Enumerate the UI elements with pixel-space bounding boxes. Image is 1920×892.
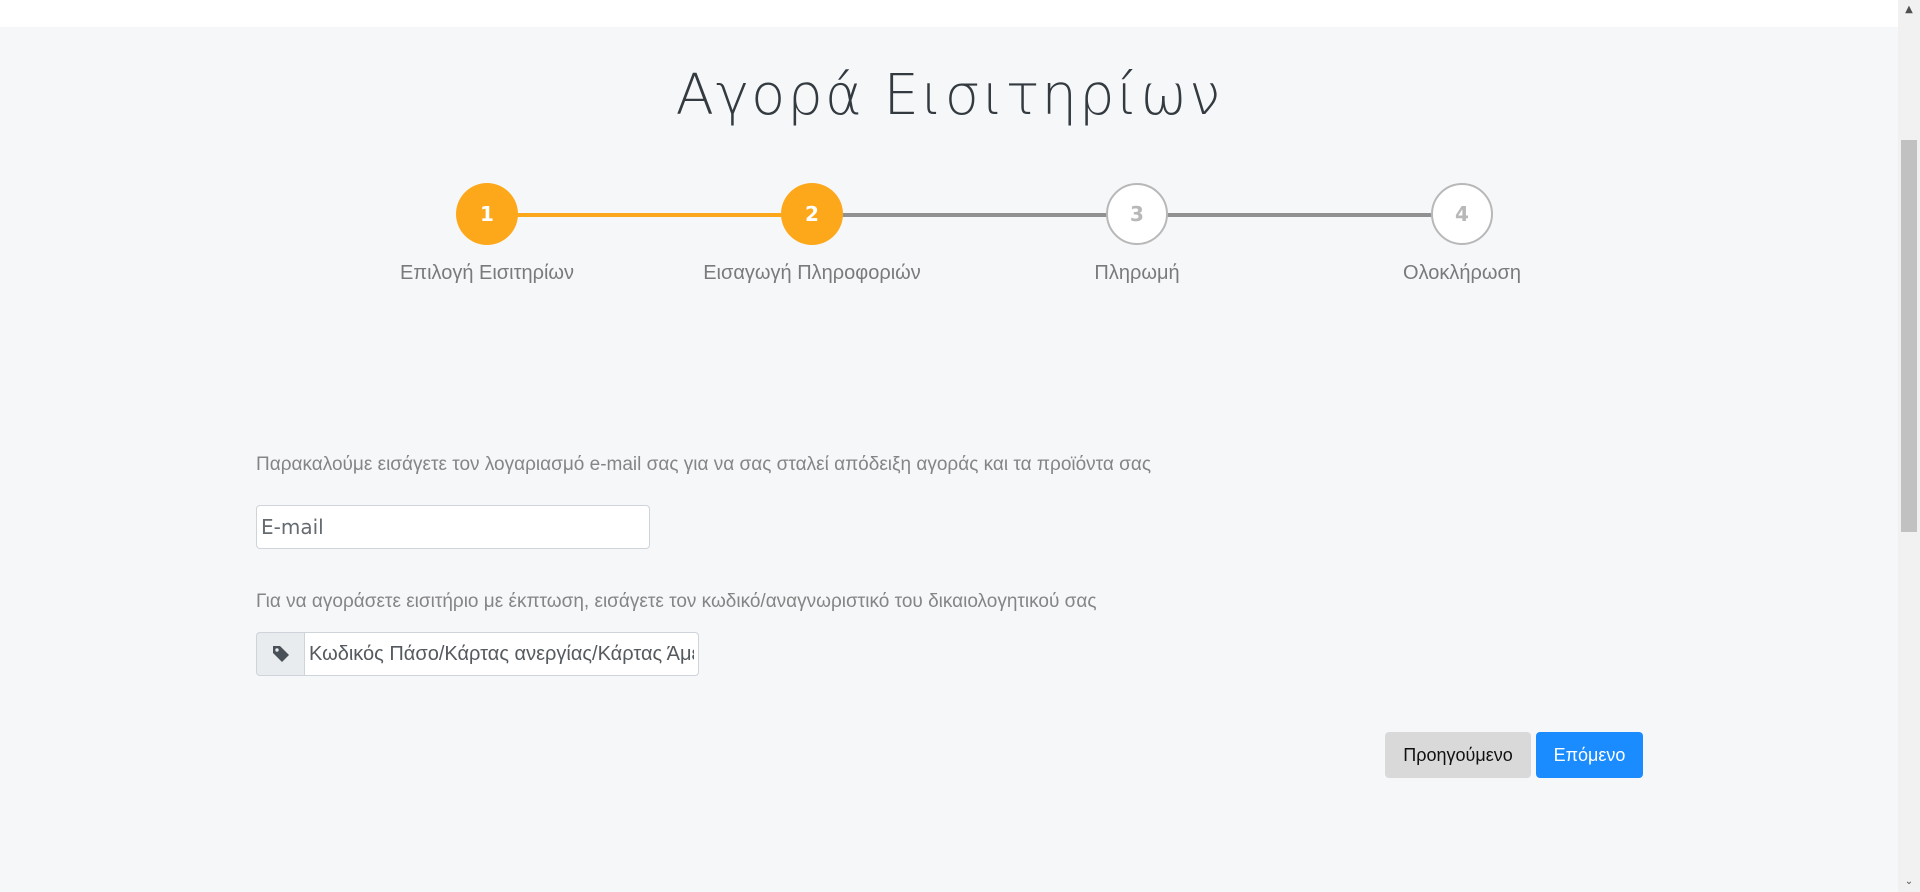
- step-4-label: Ολοκλήρωση: [1403, 262, 1521, 284]
- step-3-circle: 3: [1106, 183, 1168, 245]
- next-button[interactable]: Επόμενο: [1536, 732, 1643, 778]
- discount-code-group: [256, 632, 699, 676]
- step-1-label: Επιλογή Εισιτηρίων: [399, 262, 575, 284]
- email-prompt: Παρακαλούμε εισάγετε τον λογαριασμό e-ma…: [256, 454, 1152, 475]
- vertical-scrollbar[interactable]: ▲ ⌄: [1898, 0, 1920, 892]
- scrollbar-thumb[interactable]: [1901, 140, 1917, 532]
- discount-code-prompt: Για να αγοράσετε εισιτήριο με έκπτωση, ε…: [256, 591, 1097, 612]
- step-connector-2-3: [812, 213, 1137, 217]
- step-3-label: Πληρωμή: [1094, 262, 1180, 284]
- ticket-purchase-page: Αγορά Εισιτηρίων 1 2 3 4 Επιλογή Εισιτηρ…: [0, 27, 1898, 892]
- email-field[interactable]: [256, 505, 650, 549]
- discount-code-input[interactable]: [304, 632, 699, 676]
- step-1-circle: 1: [456, 183, 518, 245]
- step-connector-3-4: [1137, 213, 1462, 217]
- step-2-label: Εισαγωγή Πληροφοριών: [703, 262, 921, 284]
- progress-stepper: 1 2 3 4 Επιλογή Εισιτηρίων Εισαγωγή Πληρ…: [0, 0, 1898, 300]
- step-2-circle: 2: [781, 183, 843, 245]
- step-connector-1-2: [487, 213, 812, 217]
- previous-button[interactable]: Προηγούμενο: [1385, 732, 1531, 778]
- step-4-circle: 4: [1431, 183, 1493, 245]
- scroll-up-icon[interactable]: ▲: [1898, 0, 1920, 20]
- tag-icon: [256, 632, 304, 676]
- scroll-down-icon[interactable]: ⌄: [1898, 872, 1920, 892]
